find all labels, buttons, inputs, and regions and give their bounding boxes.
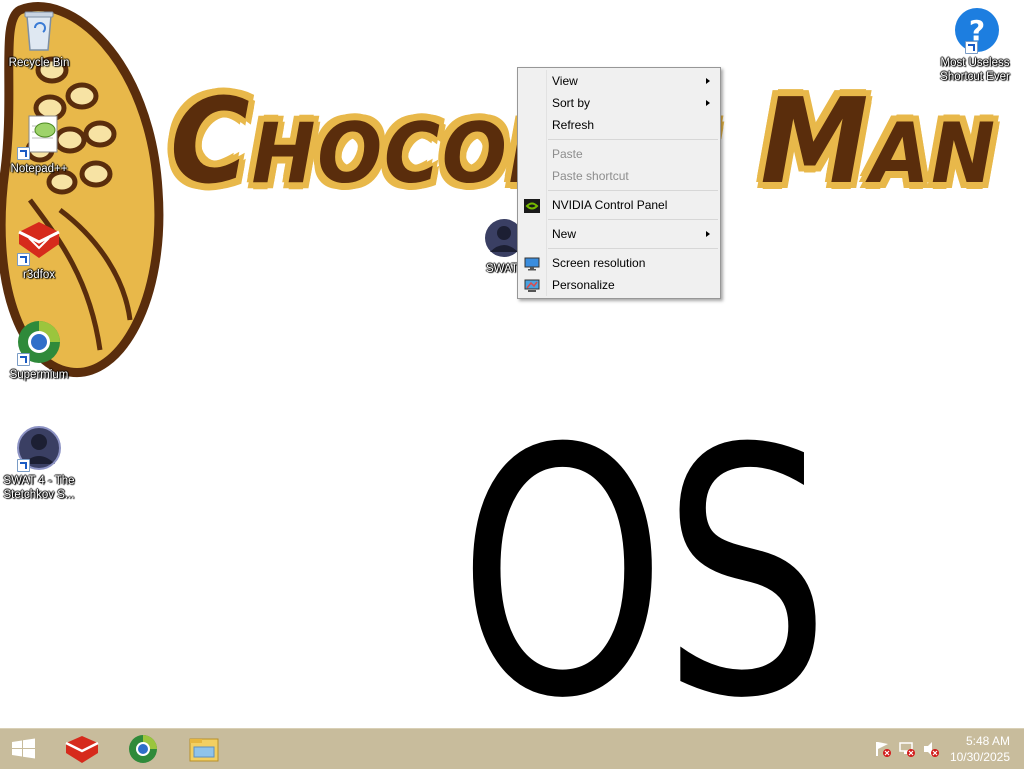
menu-separator xyxy=(548,139,718,140)
taskbar-r3dfox-button[interactable] xyxy=(60,733,104,765)
volume-muted-icon[interactable] xyxy=(922,740,940,758)
submenu-arrow-icon xyxy=(706,231,710,237)
shortcut-arrow-icon xyxy=(965,41,978,54)
shortcut-arrow-icon xyxy=(17,353,30,366)
menu-separator xyxy=(548,190,718,191)
desktop-icon-label: Notepad++ xyxy=(10,163,68,175)
menu-item-new[interactable]: New xyxy=(518,223,720,245)
desktop-icon-most-useless-shortcut[interactable]: ? Most Useless Shortcut Ever xyxy=(936,6,1014,84)
desktop-icon-label: SWAT 4 - The Stetchkov S... xyxy=(3,475,75,501)
menu-item-nvidia-control-panel[interactable]: NVIDIA Control Panel xyxy=(518,194,720,216)
menu-item-label: Sort by xyxy=(552,96,591,110)
folder-icon xyxy=(189,738,219,762)
menu-item-screen-resolution[interactable]: Screen resolution xyxy=(518,252,720,274)
taskbar: 5:48 AM 10/30/2025 xyxy=(0,728,1024,769)
shortcut-arrow-icon xyxy=(17,459,30,472)
menu-item-label: Paste shortcut xyxy=(552,169,629,183)
menu-item-label: Paste xyxy=(552,147,583,161)
menu-item-view[interactable]: View xyxy=(518,70,720,92)
taskbar-clock[interactable]: 5:48 AM 10/30/2025 xyxy=(950,733,1010,765)
desktop-icon-swat4[interactable]: SWAT 4 - The Stetchkov S... xyxy=(0,424,78,502)
windows-logo-icon xyxy=(12,738,35,759)
menu-item-personalize[interactable]: Personalize xyxy=(518,274,720,296)
menu-separator xyxy=(548,248,718,249)
desktop-icon-label: r3dfox xyxy=(23,269,55,281)
menu-item-label: View xyxy=(552,74,578,88)
system-tray xyxy=(870,729,940,769)
menu-item-label: Personalize xyxy=(552,278,615,292)
nvidia-icon xyxy=(524,198,540,213)
network-icon[interactable] xyxy=(898,740,916,758)
r3dfox-icon xyxy=(65,736,99,763)
menu-item-paste[interactable]: Paste xyxy=(518,143,720,165)
desktop-context-menu: View Sort by Refresh Paste Paste shortcu… xyxy=(517,67,721,299)
supermium-icon xyxy=(15,318,63,366)
personalize-icon xyxy=(524,278,540,292)
desktop-icon-label: Supermium xyxy=(9,369,69,381)
desktop-wallpaper[interactable]: Chocolate Man OS xyxy=(0,0,1024,745)
clock-time: 5:48 AM xyxy=(965,734,1010,748)
clock-date: 10/30/2025 xyxy=(949,750,1010,764)
shortcut-arrow-icon xyxy=(17,253,30,266)
shortcut-arrow-icon xyxy=(17,147,30,160)
r3dfox-icon xyxy=(15,218,63,266)
menu-item-label: New xyxy=(552,227,577,241)
menu-item-sort-by[interactable]: Sort by xyxy=(518,92,720,114)
desktop-icon-notepadpp[interactable]: Notepad++ xyxy=(0,112,78,176)
taskbar-file-explorer-button[interactable] xyxy=(182,733,226,765)
desktop-icon-r3dfox[interactable]: r3dfox xyxy=(0,218,78,282)
swat4-icon xyxy=(15,424,63,472)
submenu-arrow-icon xyxy=(706,100,710,106)
supermium-icon xyxy=(129,735,157,763)
menu-item-label: Refresh xyxy=(552,118,595,132)
menu-item-label: NVIDIA Control Panel xyxy=(552,198,668,212)
menu-item-paste-shortcut[interactable]: Paste shortcut xyxy=(518,165,720,187)
display-monitor-icon xyxy=(524,256,540,271)
start-button[interactable] xyxy=(2,733,46,765)
menu-item-refresh[interactable]: Refresh xyxy=(518,114,720,136)
recycle-bin-icon xyxy=(15,6,63,54)
desktop-icon-label: Recycle Bin xyxy=(8,57,70,69)
wallpaper-os-text: OS xyxy=(458,377,830,773)
submenu-arrow-icon xyxy=(706,78,710,84)
menu-item-label: Screen resolution xyxy=(552,256,646,270)
desktop-icon-label: Most Useless Shortcut Ever xyxy=(940,57,1010,83)
help-question-icon: ? xyxy=(951,6,999,54)
desktop-icon-supermium[interactable]: Supermium xyxy=(0,318,78,382)
menu-separator xyxy=(548,219,718,220)
desktop-icon-recycle-bin[interactable]: Recycle Bin xyxy=(0,6,78,70)
notepad-plus-plus-icon xyxy=(15,112,63,160)
action-center-flag-icon[interactable] xyxy=(874,740,892,758)
taskbar-supermium-button[interactable] xyxy=(121,733,165,765)
